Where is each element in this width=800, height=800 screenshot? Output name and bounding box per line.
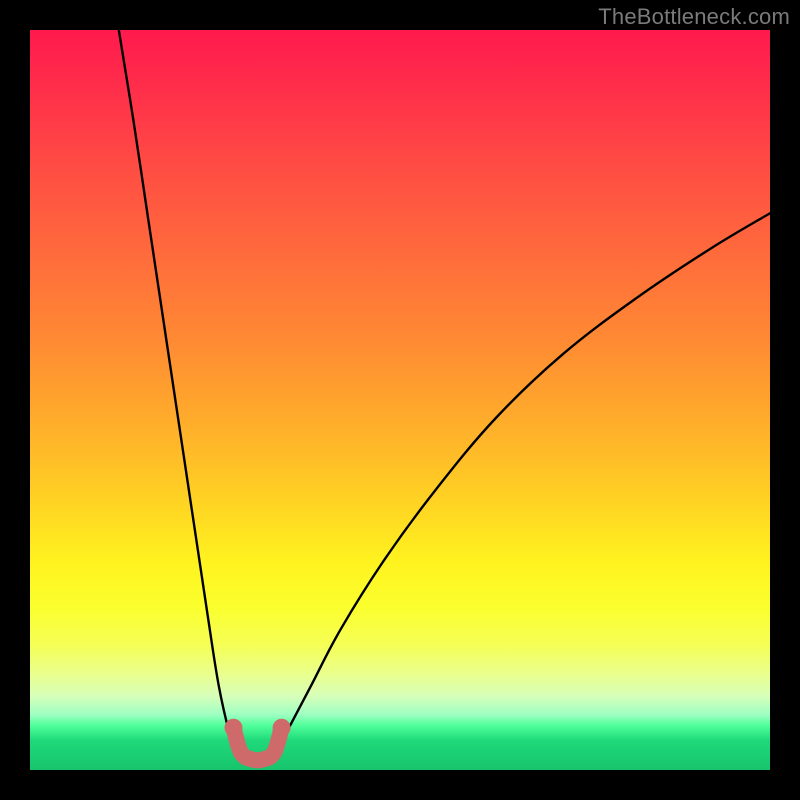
plot-area [30,30,770,770]
optimal-range-endpoint [225,719,243,737]
optimal-range-endpoint [273,719,291,737]
red-marker-segment [225,719,291,761]
bottleneck-curve [119,30,770,766]
black-curve [119,30,770,766]
chart-svg [30,30,770,770]
watermark-text: TheBottleneck.com [598,4,790,30]
chart-frame: TheBottleneck.com [0,0,800,800]
